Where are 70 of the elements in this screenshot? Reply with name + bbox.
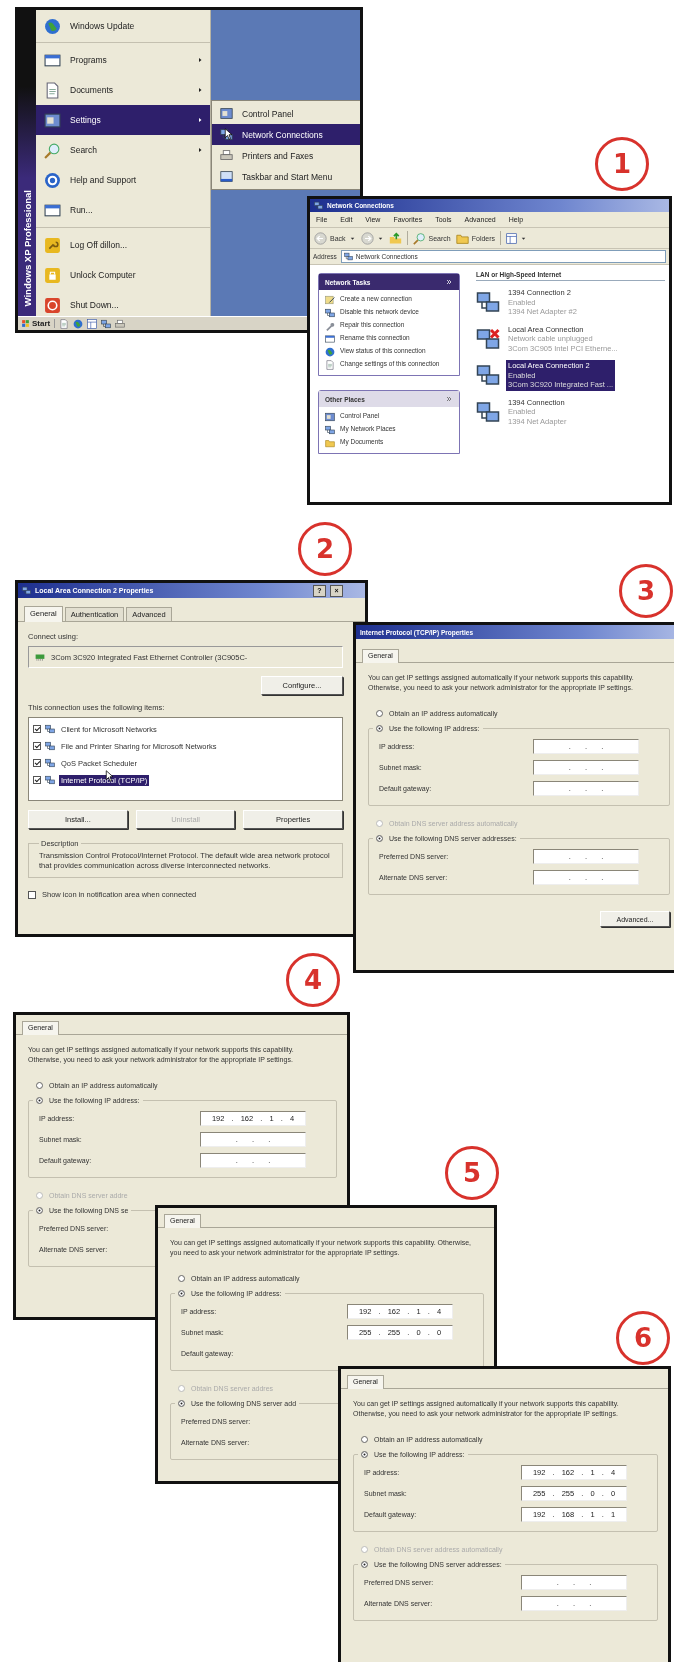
network-icon: [325, 425, 335, 435]
back-arrow-icon: [314, 231, 327, 245]
up-button[interactable]: [388, 231, 402, 245]
grid-icon: [506, 232, 518, 244]
panel-icon: [325, 412, 335, 422]
window-icon: [325, 334, 335, 344]
checkbox[interactable]: [33, 776, 41, 784]
menu-item[interactable]: Log Off dillon...: [36, 230, 210, 260]
submenu-arrow-icon: [196, 146, 204, 154]
network-icon: [325, 308, 335, 318]
step-number: 5: [445, 1146, 499, 1200]
menu-item[interactable]: Windows Update: [36, 12, 210, 40]
menu-item[interactable]: Shut Down...: [36, 290, 210, 320]
panel-icon: [44, 111, 61, 129]
wrench-icon: [325, 321, 335, 331]
menu-item[interactable]: Unlock Computer: [36, 260, 210, 290]
panel-icon: [220, 107, 233, 120]
network-icon: [45, 758, 55, 768]
lock-icon: [44, 266, 61, 284]
step-number: 2: [298, 522, 352, 576]
network-icon: [45, 775, 55, 785]
checkbox[interactable]: [28, 890, 36, 899]
start-button[interactable]: Start: [20, 319, 56, 328]
menu-item[interactable]: Printers and Faxes: [212, 145, 360, 166]
search-icon: [412, 231, 426, 245]
network-icon: [45, 724, 55, 734]
up-folder-icon: [388, 231, 402, 245]
menu-item[interactable]: Help and Support: [36, 165, 210, 195]
folder-icon: [325, 438, 335, 448]
menu-item[interactable]: Run...: [36, 195, 210, 225]
submenu-arrow-icon: [196, 116, 204, 124]
checkbox[interactable]: [33, 759, 41, 767]
flag-icon: [21, 319, 30, 328]
menu-item[interactable]: Programs: [36, 45, 210, 75]
note-icon: [325, 295, 335, 305]
menu-item[interactable]: Settings: [36, 105, 210, 135]
menu-item[interactable]: Documents: [36, 75, 210, 105]
chevron-icon: [445, 395, 453, 403]
printer-icon: [220, 149, 233, 162]
taskbar-icon: [220, 170, 233, 183]
menu-item[interactable]: Search: [36, 135, 210, 165]
menu-item[interactable]: Control Panel: [212, 103, 360, 124]
power-icon: [44, 296, 61, 314]
menu-item[interactable]: Network Connections: [212, 124, 360, 145]
step-number: 1: [595, 137, 649, 191]
checkbox[interactable]: [33, 742, 41, 750]
step-number: 3: [619, 564, 673, 618]
step-number: 6: [616, 1311, 670, 1365]
search-icon: [44, 141, 61, 159]
globe-icon: [73, 318, 84, 329]
submenu-arrow-icon: [196, 56, 204, 64]
globe-icon: [325, 347, 335, 357]
network-icon: [343, 252, 353, 261]
document-icon: [44, 81, 61, 99]
document-icon: [325, 360, 335, 370]
submenu-arrow-icon: [196, 86, 204, 94]
views-button[interactable]: [506, 232, 528, 244]
key-icon: [44, 236, 61, 254]
network-icon: [314, 201, 323, 210]
chevron-icon: [445, 278, 453, 286]
help-icon: [44, 171, 61, 189]
checkbox[interactable]: [33, 725, 41, 733]
network-icon: [45, 741, 55, 751]
globe-icon: [44, 17, 61, 35]
network-icon: [101, 318, 112, 329]
network-icon: [22, 586, 31, 595]
side-label: Windows XP Professional: [21, 189, 33, 306]
step-number: 4: [286, 953, 340, 1007]
menu-item[interactable]: Taskbar and Start Menu: [212, 166, 360, 187]
card-icon: [35, 652, 45, 662]
